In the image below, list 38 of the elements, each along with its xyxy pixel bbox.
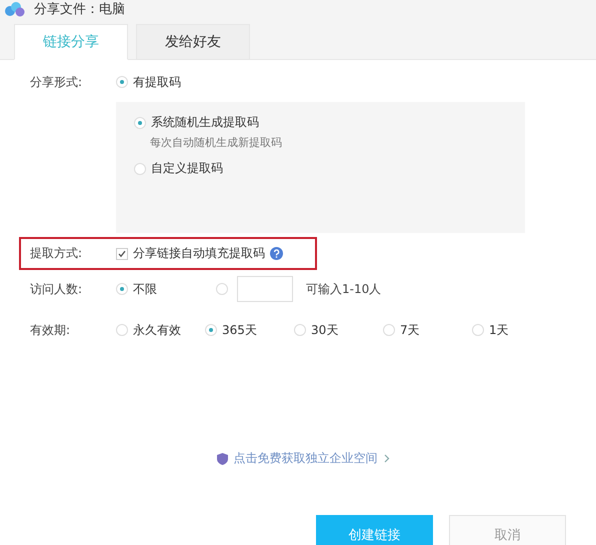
radio-button[interactable] bbox=[205, 324, 217, 336]
radio-button[interactable] bbox=[216, 283, 228, 295]
option-hint: 每次自动随机生成新提取码 bbox=[149, 135, 283, 150]
input-note: 可输入1-10人 bbox=[306, 280, 382, 298]
field-label: 分享形式: bbox=[30, 74, 84, 90]
tab[interactable]: 发给好友 bbox=[136, 24, 250, 60]
radio-button[interactable] bbox=[294, 324, 306, 336]
radio-button[interactable] bbox=[472, 324, 484, 336]
field-label: 有效期: bbox=[30, 322, 72, 338]
promo-link[interactable]: 点击免费获取独立企业空间 bbox=[234, 450, 378, 467]
shield-icon bbox=[216, 452, 228, 464]
help-icon[interactable] bbox=[270, 247, 283, 260]
option-label: 365天 bbox=[222, 322, 257, 338]
cancel-button[interactable]: 取消 bbox=[449, 515, 566, 545]
input-field[interactable] bbox=[237, 276, 293, 302]
radio-button[interactable] bbox=[116, 76, 128, 88]
field-label: 访问人数: bbox=[30, 280, 84, 298]
radio-button[interactable] bbox=[383, 324, 395, 336]
radio-button[interactable] bbox=[134, 162, 146, 174]
create-button[interactable]: 创建链接 bbox=[316, 515, 433, 545]
option-label: 30天 bbox=[311, 322, 338, 338]
option-label: 有提取码 bbox=[133, 74, 181, 90]
option-label: 系统随机生成提取码 bbox=[151, 114, 259, 131]
window-title: 分享文件：电脑 bbox=[34, 1, 125, 18]
chevron-right-icon bbox=[384, 454, 390, 463]
tab[interactable]: 链接分享 bbox=[14, 24, 128, 60]
radio-button[interactable] bbox=[116, 283, 128, 295]
option-label: 不限 bbox=[133, 280, 157, 298]
checkbox[interactable] bbox=[116, 248, 128, 260]
checkbox-label: 分享链接自动填充提取码 bbox=[133, 245, 265, 262]
option-label: 自定义提取码 bbox=[151, 160, 223, 177]
field-label: 提取方式: bbox=[30, 245, 84, 262]
option-label: 1天 bbox=[489, 322, 509, 338]
radio-button[interactable] bbox=[134, 116, 146, 128]
option-label: 7天 bbox=[400, 322, 420, 338]
cloud-logo-icon bbox=[4, 1, 26, 17]
radio-button[interactable] bbox=[116, 324, 128, 336]
option-label: 永久有效 bbox=[133, 322, 181, 338]
